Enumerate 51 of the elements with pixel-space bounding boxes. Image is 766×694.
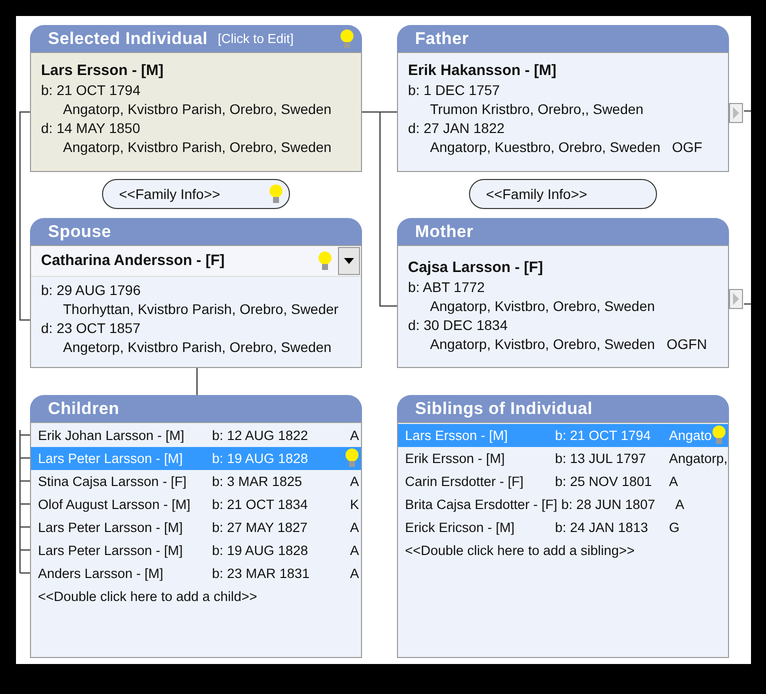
child-row[interactable]: Olof August Larsson - [M] b: 21 OCT 1834 K <box>31 493 361 516</box>
panel-title: Mother <box>415 222 474 242</box>
family-info-button[interactable]: <<Family Info>> <box>469 179 657 209</box>
person-detail: d: 14 MAY 1850 <box>41 119 142 138</box>
person-detail: Trumon Kristbro, Orebro,, Sweden <box>429 100 644 119</box>
person-detail: d: 23 OCT 1857 <box>41 319 142 338</box>
person-detail: d: 27 JAN 1822 <box>408 119 506 138</box>
lightbulb-icon <box>345 448 359 468</box>
panel-title: Children <box>48 398 120 418</box>
person-detail: b: 21 OCT 1794 <box>41 81 142 100</box>
child-row[interactable]: Erik Johan Larsson - [M] b: 12 AUG 1822 A <box>31 424 361 447</box>
panel-title: Siblings of Individual <box>415 398 593 418</box>
dropdown-button[interactable] <box>338 247 360 275</box>
child-row[interactable]: Lars Peter Larsson - [M] b: 27 MAY 1827 A <box>31 516 361 539</box>
arrow-icon <box>732 107 740 119</box>
person-detail: Angatorp, Kuestbro, Orebro, Sweden OGF <box>429 138 704 157</box>
panel-title: Father <box>415 28 469 48</box>
lightbulb-icon <box>318 251 332 271</box>
child-row[interactable]: Lars Peter Larsson - [M] b: 19 AUG 1828 A <box>31 539 361 562</box>
person-name: Erik Hakansson - [M] <box>408 61 558 81</box>
person-detail: Angatorp, Kvistbro, Orebro, Sweden OGFN <box>429 335 708 354</box>
child-row[interactable]: Anders Larsson - [M] b: 23 MAR 1831 A <box>31 562 361 585</box>
panel-title: Selected Individual <box>48 28 208 48</box>
person-name: Lars Ersson - [M] <box>41 61 165 81</box>
sibling-row[interactable]: Erik Ersson - [M] b: 13 JUL 1797 Angatorp, <box>398 447 728 470</box>
person-detail: Thorhyttan, Kvistbro Parish, Orebro, Sweder <box>62 300 340 319</box>
sibling-row[interactable]: Carin Ersdotter - [F] b: 25 NOV 1801 A <box>398 470 728 493</box>
add-child-hint[interactable]: <<Double click here to add a child>> <box>31 585 361 608</box>
person-detail: b: ABT 1772 <box>408 278 486 297</box>
navigate-arrow-button[interactable] <box>729 103 743 123</box>
add-sibling-hint[interactable]: <<Double click here to add a sibling>> <box>398 539 728 562</box>
family-info-button[interactable]: <<Family Info>> <box>102 179 290 209</box>
person-detail: Angetorp, Kvistbro Parish, Orebro, Sweden <box>62 338 332 357</box>
person-detail: d: 30 DEC 1834 <box>408 316 509 335</box>
person-detail: b: 1 DEC 1757 <box>408 81 501 100</box>
caret-icon <box>344 258 354 264</box>
lightbulb-icon <box>269 184 283 204</box>
person-detail: b: 29 AUG 1796 <box>41 281 142 300</box>
arrow-icon <box>732 293 740 305</box>
person-detail: Angatorp, Kvistbro Parish, Orebro, Sweden <box>62 100 332 119</box>
sibling-row[interactable]: Erick Ericson - [M] b: 24 JAN 1813 G <box>398 516 728 539</box>
sibling-row[interactable]: Brita Cajsa Ersdotter - [F] b: 28 JUN 1807 A <box>398 493 728 516</box>
lightbulb-icon <box>340 28 354 48</box>
navigate-arrow-button[interactable] <box>729 289 743 309</box>
connector-line <box>196 368 198 395</box>
person-detail: Angatorp, Kvistbro, Orebro, Sweden <box>429 297 656 316</box>
person-detail: Angatorp, Kvistbro Parish, Orebro, Sweden <box>62 138 332 157</box>
child-row[interactable]: Stina Cajsa Larsson - [F] b: 3 MAR 1825 A <box>31 470 361 493</box>
person-name: Cajsa Larsson - [F] <box>408 258 544 278</box>
lightbulb-icon <box>712 425 726 445</box>
panel-title: Spouse <box>48 222 112 242</box>
